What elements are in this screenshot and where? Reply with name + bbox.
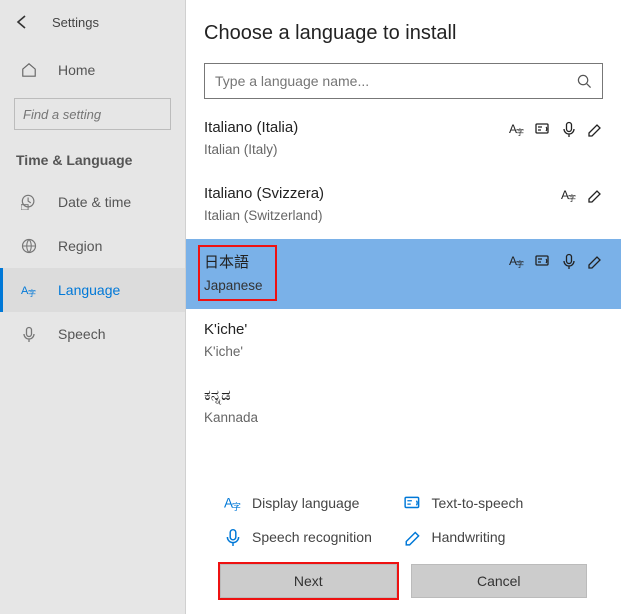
language-english-name: Japanese	[204, 278, 263, 293]
language-feature-icons	[509, 253, 603, 269]
sidebar-item-region[interactable]: Region	[0, 224, 185, 268]
language-item[interactable]: Italiano (Svizzera) Italian (Switzerland)	[186, 173, 621, 239]
main-panel: Choose a language to install Italiano (I…	[186, 0, 621, 614]
legend-display-language: Display language	[224, 494, 404, 512]
sidebar-item-speech[interactable]: Speech	[0, 312, 185, 356]
language-item[interactable]: ಕನ್ನಡ Kannada	[186, 375, 621, 441]
calendar-clock-icon	[20, 193, 38, 211]
globe-icon	[20, 237, 38, 255]
language-search-field[interactable]	[215, 73, 577, 89]
language-native-name: Italiano (Italia)	[204, 119, 298, 136]
display-icon	[509, 121, 525, 137]
language-search-input[interactable]	[204, 63, 603, 99]
search-icon	[577, 74, 592, 89]
handwriting-icon	[587, 121, 603, 137]
sidebar-item-label: Region	[58, 238, 102, 254]
speech-icon	[561, 253, 577, 269]
language-list[interactable]: Italiano (Italia)Italian (Italy)Italiano…	[186, 107, 621, 479]
language-item[interactable]: Italiano (Italia) Italian (Italy)	[186, 107, 621, 173]
language-native-name: K'iche'	[204, 321, 247, 338]
sidebar-item-home[interactable]: Home	[0, 48, 185, 92]
tts-icon	[535, 253, 551, 269]
language-icon	[20, 281, 38, 299]
sidebar-item-label: Date & time	[58, 194, 131, 210]
sidebar-section-label: Time & Language	[0, 146, 185, 180]
next-button[interactable]: Next	[220, 564, 397, 598]
legend-text-to-speech: Text-to-speech	[404, 494, 584, 512]
back-icon[interactable]	[14, 14, 30, 30]
language-english-name: Kannada	[204, 410, 258, 425]
dialog-footer: Next Cancel	[204, 556, 603, 614]
feature-legend: Display language Text-to-speech Speech r…	[204, 479, 603, 556]
find-setting-field[interactable]	[23, 107, 201, 122]
language-english-name: Italian (Switzerland)	[204, 208, 324, 223]
settings-sidebar: Settings Home Time & Language Date & tim…	[0, 0, 186, 614]
cancel-button[interactable]: Cancel	[411, 564, 588, 598]
language-english-name: K'iche'	[204, 344, 247, 359]
find-setting-input[interactable]	[14, 98, 171, 130]
handwriting-icon	[587, 187, 603, 203]
sidebar-item-language[interactable]: Language	[0, 268, 185, 312]
display-icon	[509, 253, 525, 269]
language-item[interactable]: 日本語 Japanese	[186, 239, 621, 309]
language-feature-icons	[561, 187, 603, 203]
sidebar-title: Settings	[52, 15, 99, 30]
sidebar-item-label: Speech	[58, 326, 105, 342]
home-icon	[20, 61, 38, 79]
language-native-name: ಕನ್ನಡ	[204, 387, 258, 404]
sidebar-item-label: Language	[58, 282, 120, 298]
language-native-name: Italiano (Svizzera)	[204, 185, 324, 202]
microphone-icon	[20, 325, 38, 343]
legend-handwriting: Handwriting	[404, 528, 584, 546]
sidebar-item-label: Home	[58, 62, 95, 78]
language-feature-icons	[509, 121, 603, 137]
language-item[interactable]: K'iche' K'iche'	[186, 309, 621, 375]
legend-speech-recognition: Speech recognition	[224, 528, 404, 546]
tts-icon	[535, 121, 551, 137]
language-english-name: Italian (Italy)	[204, 142, 298, 157]
page-title: Choose a language to install	[204, 22, 603, 45]
sidebar-item-date-time[interactable]: Date & time	[0, 180, 185, 224]
display-icon	[561, 187, 577, 203]
language-native-name: 日本語	[204, 251, 263, 272]
handwriting-icon	[587, 253, 603, 269]
speech-icon	[561, 121, 577, 137]
